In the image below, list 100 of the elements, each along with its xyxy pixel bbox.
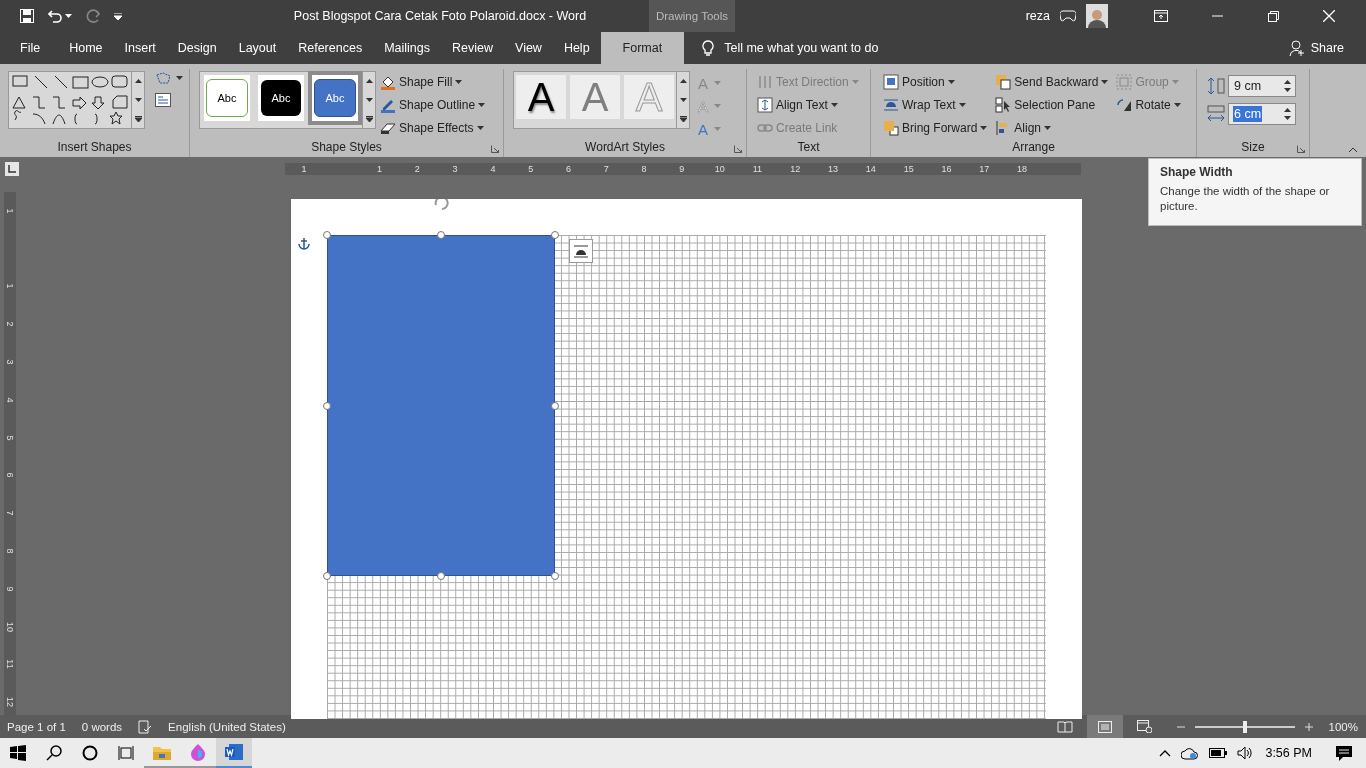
- ruler-number: 1: [7, 207, 13, 216]
- shape-style-preset[interactable]: Abc: [204, 75, 250, 121]
- web-page-icon: [1137, 720, 1153, 733]
- caret-up-icon: [365, 79, 373, 84]
- ribbon-command[interactable]: Wrap Text: [883, 96, 988, 114]
- shape-height-field[interactable]: 9 cm: [1228, 75, 1296, 97]
- ribbon-command[interactable]: Shape Outline: [380, 96, 486, 114]
- battery-icon[interactable]: [1209, 748, 1228, 758]
- ruler-number: 3: [7, 358, 13, 367]
- dialog-launcher-icon[interactable]: [734, 145, 742, 153]
- gamepad-icon: [1060, 10, 1076, 22]
- ribbon-command[interactable]: Send Backward: [995, 73, 1109, 91]
- ruler-number: 6: [564, 163, 572, 174]
- ribbon-tab[interactable]: Layout: [227, 32, 288, 64]
- print-layout-button[interactable]: [1086, 715, 1123, 738]
- zoom-slider-thumb[interactable]: [1242, 720, 1247, 733]
- rotate-handle-icon[interactable]: [432, 199, 452, 210]
- notification-icon[interactable]: [1336, 745, 1352, 761]
- tab-stop-icon: [8, 164, 16, 173]
- ruler-number: 7: [602, 163, 610, 174]
- zoom-in-button[interactable]: [1304, 722, 1313, 731]
- resize-handle[interactable]: [551, 231, 559, 239]
- tab-selector[interactable]: [5, 161, 19, 176]
- rotate-icon: [1116, 97, 1133, 113]
- save-button[interactable]: [20, 9, 34, 23]
- tooltip-text: Change the width of the shape or picture.: [1160, 184, 1331, 214]
- resize-handle[interactable]: [437, 231, 445, 239]
- zoom-level[interactable]: 100%: [1328, 720, 1358, 733]
- word-count[interactable]: 0 words: [81, 720, 123, 733]
- ribbon-tab[interactable]: Help: [552, 32, 601, 64]
- send-backward-icon: [995, 74, 1012, 90]
- taskbar-app[interactable]: [216, 738, 252, 768]
- ruler-number: 4: [489, 163, 497, 174]
- ribbon-command[interactable]: Shape Fill: [380, 73, 486, 91]
- spinner-icon: [1284, 79, 1291, 93]
- bring-forward-icon: [883, 120, 899, 136]
- resize-handle[interactable]: [323, 231, 331, 239]
- ribbon-tab[interactable]: Insert: [113, 32, 167, 64]
- ribbon-tab[interactable]: File: [0, 32, 59, 64]
- caret-icon: [1171, 80, 1179, 84]
- shape-style-preset[interactable]: Abc: [258, 75, 304, 121]
- spinner-icon: [1284, 107, 1291, 121]
- ruler-number: 2: [7, 320, 13, 329]
- ribbon-tab[interactable]: View: [504, 32, 553, 64]
- ribbon-command[interactable]: Bring Forward: [883, 119, 988, 137]
- zoom-out-button[interactable]: [1176, 725, 1185, 728]
- plus-icon: [1304, 722, 1313, 731]
- book-icon: [1056, 720, 1073, 733]
- ribbon-tab[interactable]: Mailings: [373, 32, 441, 64]
- user-avatar[interactable]: [1086, 4, 1108, 28]
- edit-shape-button[interactable]: [155, 71, 183, 85]
- ribbon-tab[interactable]: Review: [441, 32, 504, 64]
- ribbon-command[interactable]: Position: [883, 73, 988, 91]
- speaker-icon[interactable]: [1237, 746, 1254, 760]
- ruler-number: 8: [640, 163, 648, 174]
- selection-pane-icon: [995, 97, 1012, 113]
- layout-options-icon[interactable]: [569, 239, 593, 263]
- resize-handle[interactable]: [437, 572, 445, 580]
- shape-width-field[interactable]: 6 cm: [1228, 103, 1296, 125]
- share-button[interactable]: Share: [1288, 32, 1344, 64]
- ribbon-tab[interactable]: References: [287, 32, 374, 64]
- minus-icon: [1176, 725, 1185, 728]
- shapes-gallery-drawing[interactable]: [9, 72, 131, 128]
- caret-icon: [114, 12, 122, 20]
- ribbon-tab[interactable]: Format: [600, 32, 685, 64]
- resize-handle[interactable]: [551, 572, 559, 580]
- caret-icon: [1173, 103, 1181, 107]
- caret-icon: [476, 126, 484, 130]
- ribbon-tab[interactable]: Home: [58, 32, 114, 64]
- cloud-sync-icon[interactable]: [1181, 746, 1200, 760]
- resize-handle[interactable]: [323, 402, 331, 410]
- caret-icon: [478, 103, 486, 107]
- ruler-number: 13: [827, 163, 840, 174]
- more-icon: [134, 115, 142, 122]
- resize-handle[interactable]: [323, 572, 331, 580]
- ribbon-command[interactable]: Selection Pane: [995, 96, 1109, 114]
- resize-handle[interactable]: [551, 402, 559, 410]
- ribbon-tab[interactable]: Design: [166, 32, 228, 64]
- redo-icon: [86, 9, 100, 23]
- ribbon-command[interactable]: Align Text: [757, 96, 859, 114]
- ruler-number: 1: [300, 163, 308, 174]
- dialog-launcher-icon[interactable]: [491, 145, 499, 153]
- clock[interactable]: 3:56 PM: [1265, 746, 1312, 760]
- language-label[interactable]: English (United States): [168, 720, 286, 733]
- more-icon: [679, 115, 687, 122]
- page-count[interactable]: Page 1 of 1: [7, 720, 66, 733]
- ruler-number: 7: [7, 509, 13, 518]
- customize-toolbar-button[interactable]: [114, 12, 122, 20]
- chevron-up-icon[interactable]: [1159, 749, 1172, 757]
- undo-button[interactable]: [48, 9, 72, 23]
- ribbon-command[interactable]: Shape Effects: [380, 119, 486, 137]
- tell-me-field[interactable]: Tell me what you want to do: [724, 41, 879, 55]
- wordart-style-preset[interactable]: A: [516, 75, 566, 119]
- proofing-icon[interactable]: [138, 719, 153, 734]
- ribbon-command[interactable]: Rotate: [1116, 96, 1181, 114]
- ribbon-command[interactable]: Align: [995, 119, 1109, 137]
- collapse-ribbon-icon[interactable]: [1348, 147, 1358, 153]
- dialog-launcher-icon[interactable]: [1297, 145, 1305, 153]
- ruler-number: 1: [7, 283, 13, 291]
- contextual-tab-label: Drawing Tools: [649, 0, 735, 32]
